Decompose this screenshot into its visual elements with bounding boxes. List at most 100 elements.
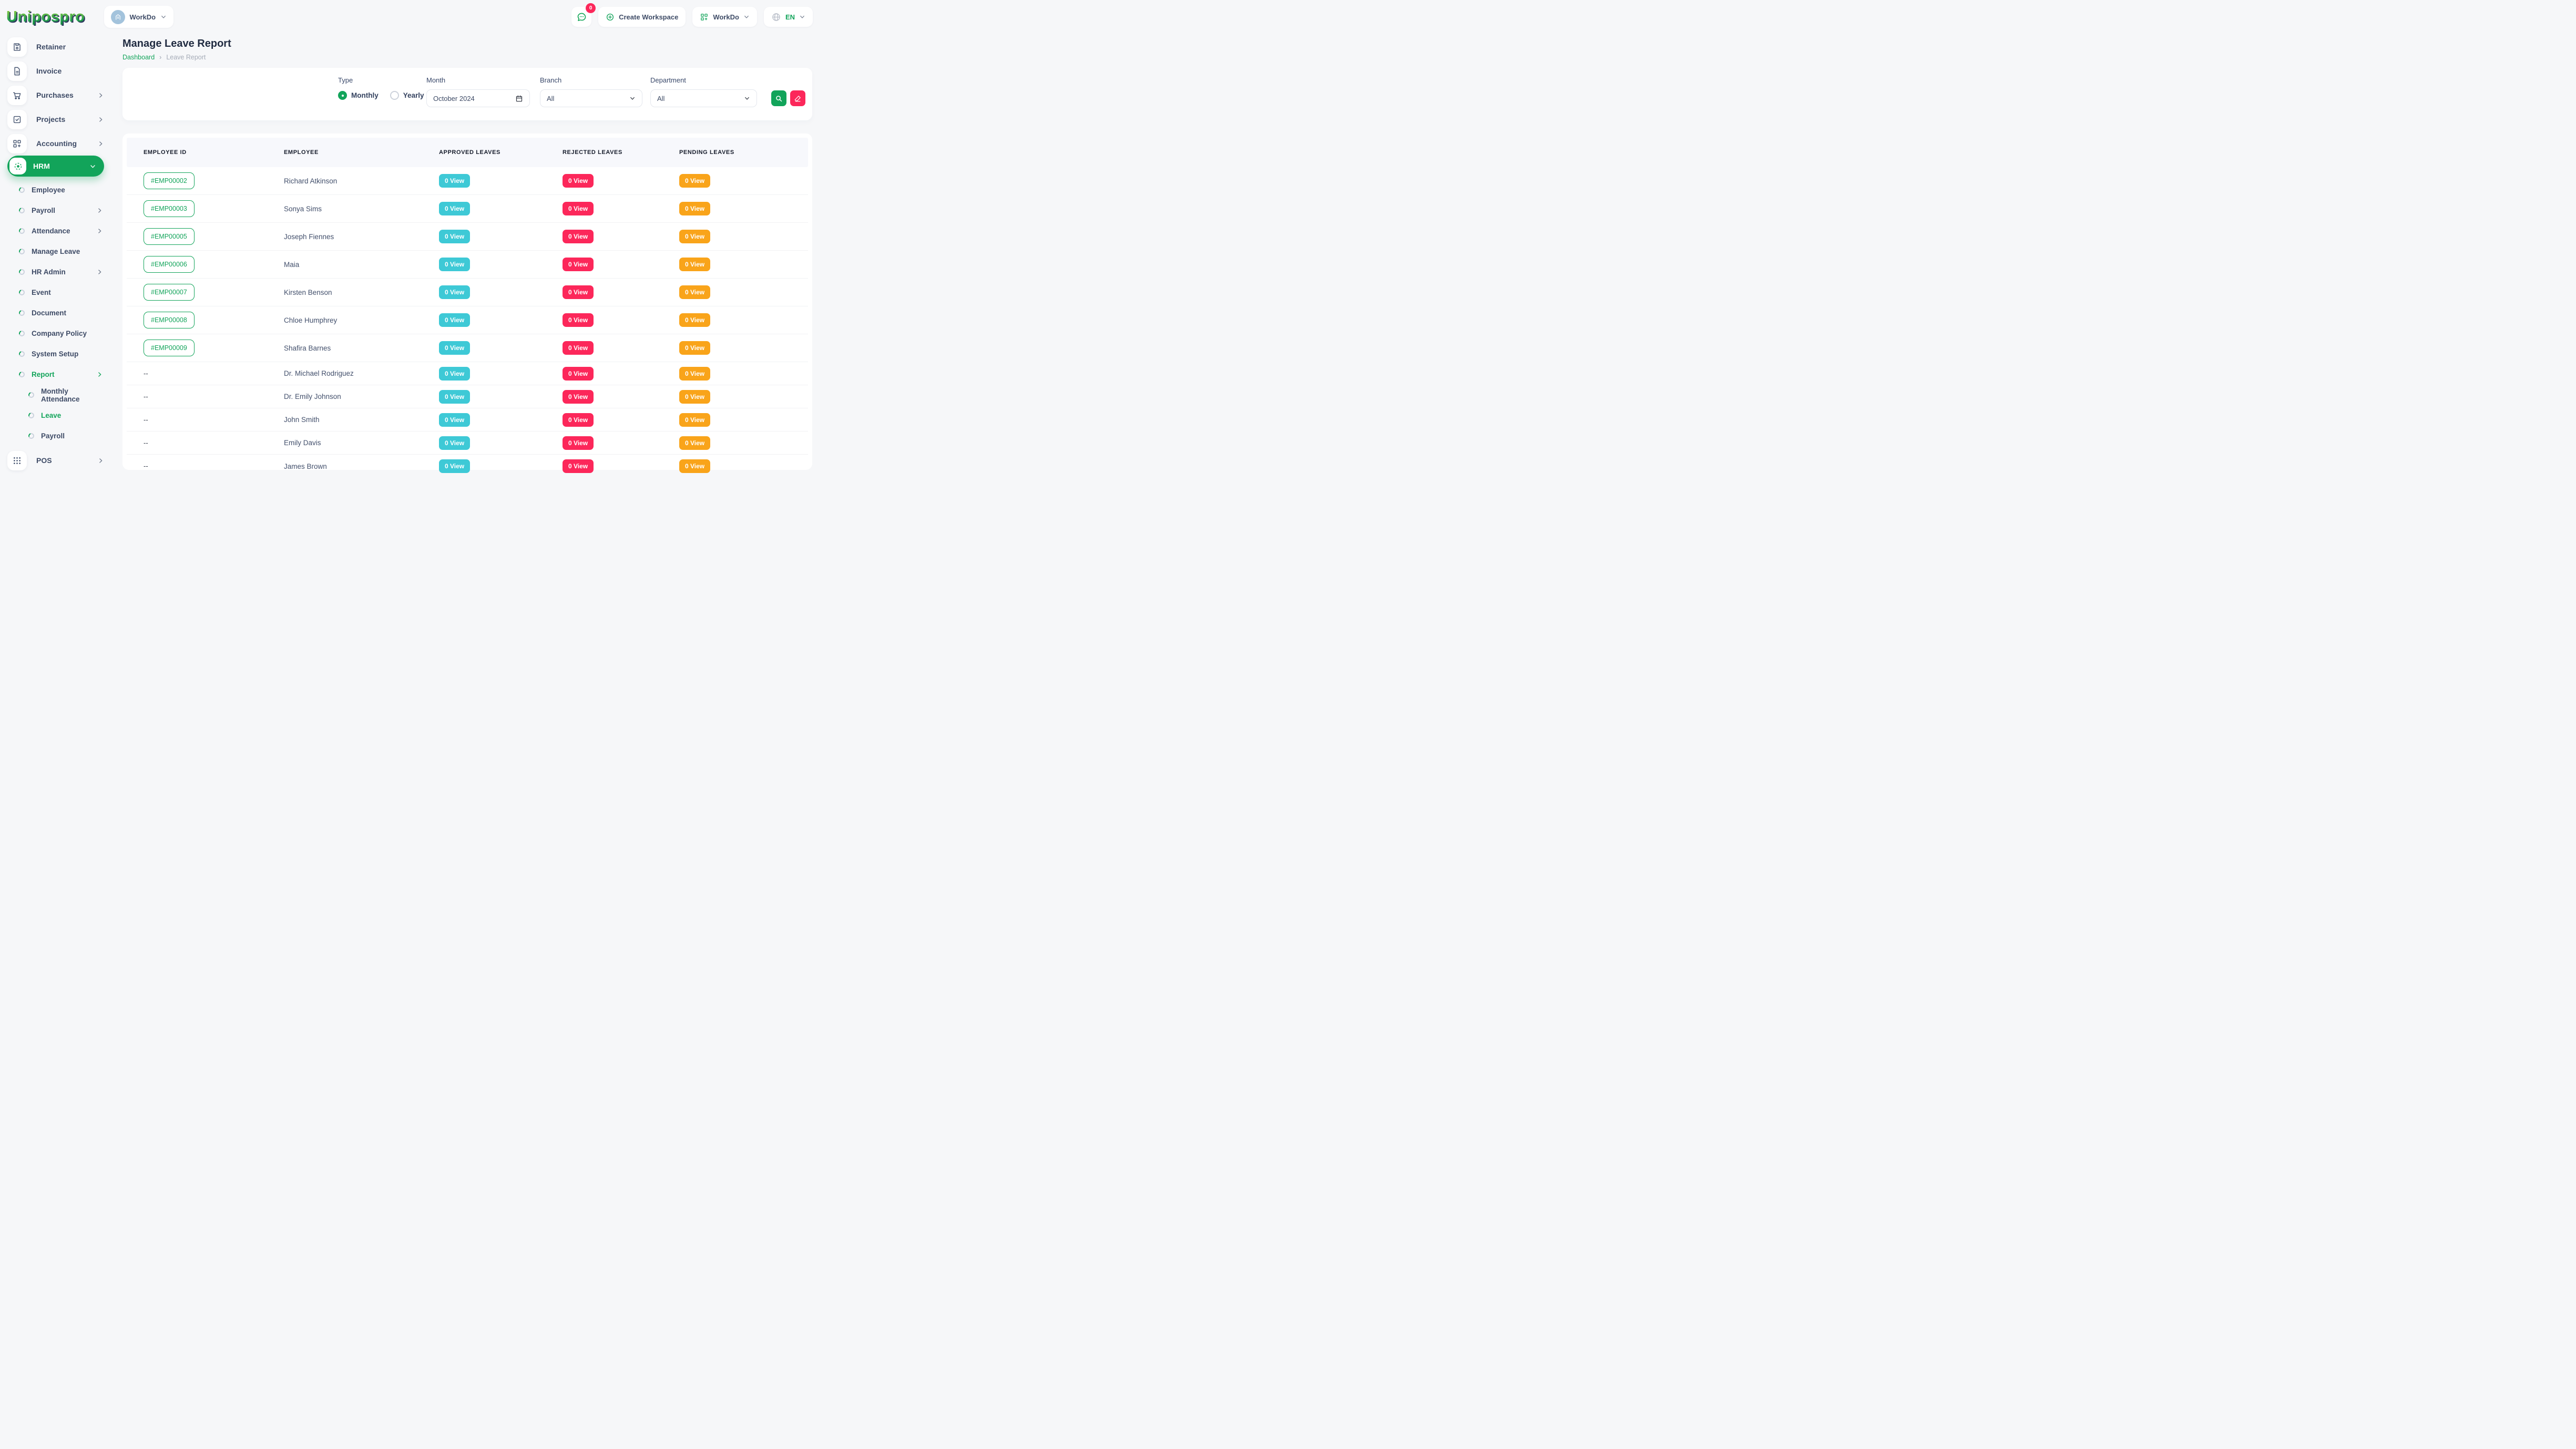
approved-view-badge[interactable]: 0 View bbox=[439, 202, 470, 215]
sidebar-item[interactable]: Purchases bbox=[0, 83, 115, 107]
sidebar-subitem[interactable]: HR Admin bbox=[0, 262, 115, 282]
sidebar-item-hrm[interactable]: HRM bbox=[7, 156, 104, 177]
chevron-down-icon bbox=[89, 163, 96, 170]
approved-view-badge[interactable]: 0 View bbox=[439, 436, 470, 450]
sidebar-item[interactable]: Projects bbox=[0, 107, 115, 131]
employee-id-badge[interactable]: #EMP00003 bbox=[144, 200, 195, 217]
radio-yearly[interactable]: Yearly bbox=[390, 91, 424, 100]
approved-view-badge[interactable]: 0 View bbox=[439, 413, 470, 427]
approved-view-badge[interactable]: 0 View bbox=[439, 258, 470, 271]
sidebar-subitem-label: Company Policy bbox=[32, 330, 103, 337]
sidebar-subitem[interactable]: Employee bbox=[0, 180, 115, 200]
sidebar-hrm-nav: Employee Payroll Attendance Manage Leave bbox=[0, 180, 115, 385]
rejected-view-badge[interactable]: 0 View bbox=[563, 436, 594, 450]
rejected-view-badge[interactable]: 0 View bbox=[563, 230, 594, 243]
sidebar-item[interactable]: Invoice bbox=[0, 59, 115, 83]
sidebar-subitem[interactable]: Attendance bbox=[0, 221, 115, 241]
search-button[interactable] bbox=[771, 90, 786, 106]
sidebar-report-subitem[interactable]: Monthly Attendance bbox=[0, 385, 115, 405]
pending-leaves-cell: 0 View bbox=[679, 285, 791, 299]
employee-id-empty: -- bbox=[144, 462, 148, 470]
rejected-view-badge[interactable]: 0 View bbox=[563, 202, 594, 215]
sidebar-subitem-label: Manage Leave bbox=[32, 248, 103, 255]
pending-view-badge[interactable]: 0 View bbox=[679, 230, 710, 243]
dots-grid-icon bbox=[7, 451, 27, 470]
sidebar-subitem[interactable]: Event bbox=[0, 282, 115, 303]
app-logo: Unipospro bbox=[6, 8, 85, 26]
breadcrumb-dashboard-link[interactable]: Dashboard bbox=[122, 54, 155, 61]
department-filter-group: Department All bbox=[650, 76, 757, 107]
pending-view-badge[interactable]: 0 View bbox=[679, 413, 710, 427]
pending-view-badge[interactable]: 0 View bbox=[679, 202, 710, 215]
sidebar-item-label: Purchases bbox=[36, 91, 88, 99]
rejected-view-badge[interactable]: 0 View bbox=[563, 413, 594, 427]
branch-select[interactable]: All bbox=[540, 89, 642, 107]
sidebar-subitem[interactable]: Document bbox=[0, 303, 115, 323]
pending-view-badge[interactable]: 0 View bbox=[679, 174, 710, 188]
radio-monthly[interactable]: Monthly bbox=[338, 91, 379, 100]
sidebar-subitem[interactable]: Manage Leave bbox=[0, 241, 115, 262]
radio-yearly-control[interactable] bbox=[390, 91, 399, 100]
approved-view-badge[interactable]: 0 View bbox=[439, 341, 470, 355]
department-select[interactable]: All bbox=[650, 89, 757, 107]
rejected-view-badge[interactable]: 0 View bbox=[563, 285, 594, 299]
chevron-right-icon bbox=[96, 228, 103, 234]
messages-button[interactable]: 0 bbox=[571, 7, 591, 27]
rejected-view-badge[interactable]: 0 View bbox=[563, 174, 594, 188]
approved-view-badge[interactable]: 0 View bbox=[439, 390, 470, 404]
approved-view-badge[interactable]: 0 View bbox=[439, 367, 470, 381]
employee-id-badge[interactable]: #EMP00002 bbox=[144, 172, 195, 189]
sidebar-item-label: Invoice bbox=[36, 67, 104, 75]
sidebar-report-subitem[interactable]: Payroll bbox=[0, 426, 115, 446]
rejected-view-badge[interactable]: 0 View bbox=[563, 459, 594, 473]
employee-id-badge[interactable]: #EMP00007 bbox=[144, 284, 195, 301]
employee-id-badge[interactable]: #EMP00005 bbox=[144, 228, 195, 245]
rejected-view-badge[interactable]: 0 View bbox=[563, 390, 594, 404]
rejected-leaves-cell: 0 View bbox=[563, 436, 679, 450]
approved-view-badge[interactable]: 0 View bbox=[439, 313, 470, 327]
employee-id-empty: -- bbox=[144, 393, 148, 400]
sidebar-item[interactable]: Accounting bbox=[0, 131, 115, 156]
employee-id-badge[interactable]: #EMP00008 bbox=[144, 312, 195, 328]
month-input[interactable]: October 2024 bbox=[426, 89, 530, 107]
pending-view-badge[interactable]: 0 View bbox=[679, 436, 710, 450]
pending-view-badge[interactable]: 0 View bbox=[679, 459, 710, 473]
rejected-view-badge[interactable]: 0 View bbox=[563, 341, 594, 355]
pending-view-badge[interactable]: 0 View bbox=[679, 313, 710, 327]
sidebar-subitem[interactable]: System Setup bbox=[0, 344, 115, 364]
reset-filter-button[interactable] bbox=[790, 90, 805, 106]
employee-name: Chloe Humphrey bbox=[284, 316, 439, 324]
sidebar-subitem[interactable]: Payroll bbox=[0, 200, 115, 221]
pending-leaves-cell: 0 View bbox=[679, 459, 791, 473]
sidebar-subitem[interactable]: Company Policy bbox=[0, 323, 115, 344]
radio-monthly-control[interactable] bbox=[338, 91, 347, 100]
sidebar-item[interactable]: Retainer bbox=[0, 35, 115, 59]
pending-leaves-cell: 0 View bbox=[679, 230, 791, 243]
approved-view-badge[interactable]: 0 View bbox=[439, 230, 470, 243]
workspace-switcher[interactable]: WorkDo bbox=[104, 6, 174, 28]
employee-name: Emily Davis bbox=[284, 439, 439, 447]
rejected-view-badge[interactable]: 0 View bbox=[563, 367, 594, 381]
pending-view-badge[interactable]: 0 View bbox=[679, 258, 710, 271]
sidebar-item-pos[interactable]: POS bbox=[0, 448, 115, 472]
employee-id-badge[interactable]: #EMP00006 bbox=[144, 256, 195, 273]
pending-view-badge[interactable]: 0 View bbox=[679, 390, 710, 404]
rejected-view-badge[interactable]: 0 View bbox=[563, 258, 594, 271]
language-button[interactable]: EN bbox=[764, 7, 813, 27]
sidebar-subitem[interactable]: Report bbox=[0, 364, 115, 385]
approved-view-badge[interactable]: 0 View bbox=[439, 285, 470, 299]
sidebar-report-subitem[interactable]: Leave bbox=[0, 405, 115, 426]
chevron-down-icon bbox=[160, 14, 167, 20]
pending-view-badge[interactable]: 0 View bbox=[679, 367, 710, 381]
create-workspace-button[interactable]: Create Workspace bbox=[598, 7, 686, 27]
approved-view-badge[interactable]: 0 View bbox=[439, 459, 470, 473]
approved-view-badge[interactable]: 0 View bbox=[439, 174, 470, 188]
pending-view-badge[interactable]: 0 View bbox=[679, 285, 710, 299]
employee-id-badge[interactable]: #EMP00009 bbox=[144, 340, 195, 356]
expand-indicator bbox=[96, 371, 103, 378]
rejected-view-badge[interactable]: 0 View bbox=[563, 313, 594, 327]
pending-view-badge[interactable]: 0 View bbox=[679, 341, 710, 355]
pending-leaves-cell: 0 View bbox=[679, 367, 791, 381]
pending-leaves-cell: 0 View bbox=[679, 390, 791, 404]
workspace-menu-button[interactable]: WorkDo bbox=[692, 7, 757, 27]
